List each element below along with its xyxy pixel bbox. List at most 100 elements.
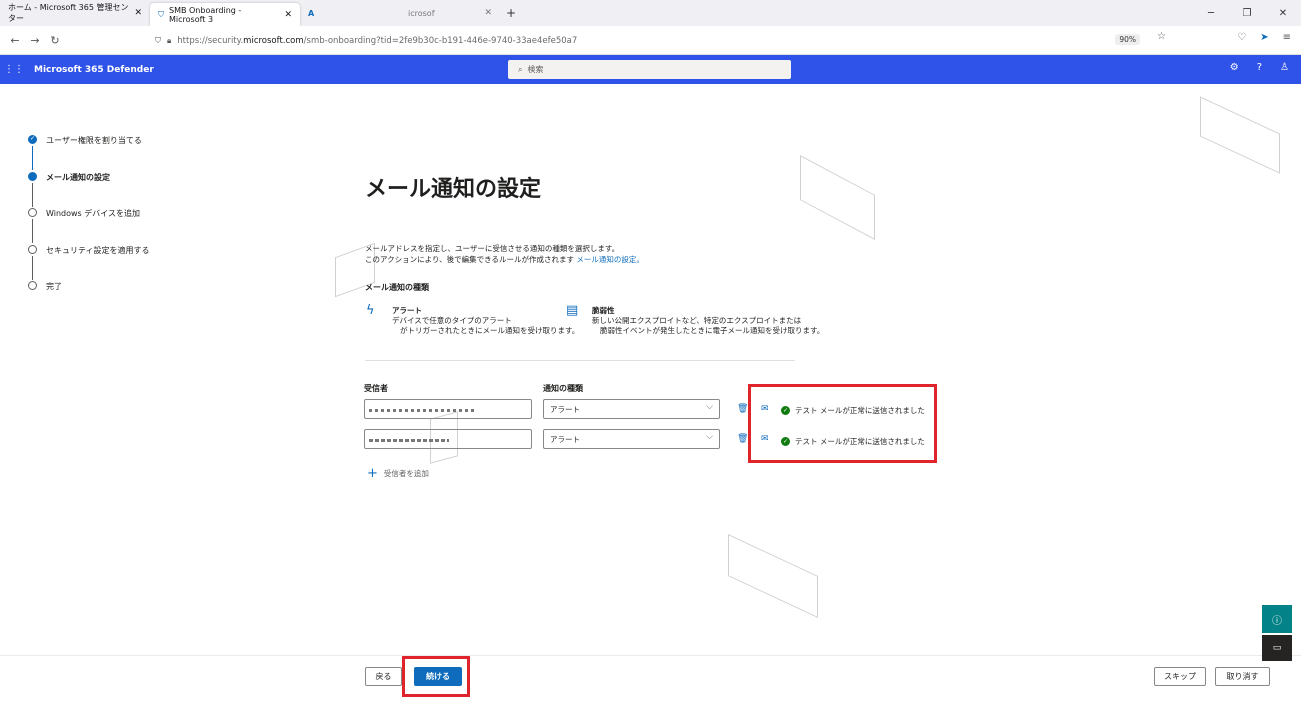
close-icon[interactable]: ✕ bbox=[284, 10, 292, 20]
redacted-email bbox=[369, 408, 474, 412]
step-label: ユーザー権限を割り当てる bbox=[46, 136, 142, 145]
vulnerability-type-card: ▤ 脆弱性 新しい公開エクスプロイトなど、特定のエクスプロイトまたは 脆弱性イベ… bbox=[566, 303, 825, 336]
window-controls: ─ ❐ ✕ bbox=[1193, 0, 1301, 26]
app-name[interactable]: Microsoft 365 Defender bbox=[34, 65, 154, 75]
zoom-level[interactable]: 90% bbox=[1115, 34, 1140, 45]
app-launcher-icon[interactable]: ⋮⋮ bbox=[0, 64, 28, 75]
recipient-email-input[interactable] bbox=[364, 399, 532, 419]
highlight-box bbox=[748, 384, 937, 463]
step-label: メール通知の設定 bbox=[46, 172, 110, 182]
lightning-icon: ϟ bbox=[366, 303, 375, 318]
azure-icon: A bbox=[308, 8, 315, 18]
forward-arrow-icon[interactable]: → bbox=[25, 34, 45, 47]
type-column-header: 通知の種類 bbox=[543, 384, 583, 393]
step-label: Windows デバイスを追加 bbox=[46, 209, 141, 218]
tab-microsoft[interactable]: icrosof ✕ bbox=[400, 0, 500, 26]
step-connector bbox=[32, 219, 33, 243]
tab-azure[interactable]: A bbox=[300, 0, 400, 26]
extension-icon[interactable]: ➤ bbox=[1260, 32, 1268, 43]
highlight-box bbox=[402, 656, 470, 697]
tab-title: ホーム - Microsoft 365 管理センター bbox=[8, 3, 129, 23]
search-box[interactable]: ⌕ 検索 bbox=[508, 60, 791, 79]
tab-title: SMB Onboarding - Microsoft 3 bbox=[169, 5, 242, 24]
new-tab-button[interactable]: + bbox=[500, 0, 522, 26]
help-support-icon[interactable]: ⓘ bbox=[1262, 605, 1292, 633]
step-pending-icon bbox=[28, 281, 37, 290]
step-current-icon bbox=[28, 171, 37, 181]
chevron-down-icon: ⌵ bbox=[706, 432, 713, 442]
url-text: https://security.microsoft.com/smb-onboa… bbox=[177, 35, 578, 46]
step-add-windows-devices: Windows デバイスを追加 bbox=[28, 205, 150, 243]
step-label: セキュリティ設定を適用する bbox=[46, 245, 150, 255]
lock-icon: 🔒︎ bbox=[167, 35, 172, 45]
step-pending-icon bbox=[28, 244, 37, 254]
step-complete: 完了 bbox=[28, 278, 150, 315]
step-complete-icon bbox=[28, 135, 37, 144]
shield-icon: ⛉ bbox=[155, 35, 161, 45]
tab-smb-onboarding[interactable]: ⛉ SMB Onboarding - Microsoft 3 ✕ bbox=[150, 3, 300, 26]
menu-icon[interactable]: ≡ bbox=[1283, 32, 1291, 43]
close-window-icon[interactable]: ✕ bbox=[1265, 0, 1301, 26]
browser-toolbar-right: ♡ ➤ ≡ bbox=[1237, 32, 1291, 43]
chevron-down-icon: ⌵ bbox=[706, 402, 713, 412]
vulnerability-report-icon: ▤ bbox=[566, 303, 579, 318]
cancel-button[interactable]: 取り消す bbox=[1215, 667, 1270, 686]
decorative-illustration bbox=[728, 534, 818, 618]
decorative-illustration bbox=[800, 155, 875, 240]
shield-icon: ⛉ bbox=[158, 9, 164, 19]
alert-type-name: アラート bbox=[392, 306, 422, 315]
browser-tab-bar: ホーム - Microsoft 365 管理センター ✕ ⛉ SMB Onboa… bbox=[0, 0, 1301, 26]
plus-icon: + bbox=[367, 466, 378, 481]
step-apply-security-settings: セキュリティ設定を適用する bbox=[28, 242, 150, 280]
close-icon[interactable]: ✕ bbox=[484, 8, 492, 18]
search-icon: ⌕ bbox=[518, 64, 523, 74]
back-button[interactable]: 戻る bbox=[365, 667, 402, 686]
delete-icon[interactable]: 🗑︎ bbox=[737, 434, 748, 444]
settings-gear-icon[interactable]: ⚙ bbox=[1230, 62, 1239, 73]
vuln-type-desc: 脆弱性イベントが発生したときに電子メール通知を受け取ります。 bbox=[600, 326, 825, 335]
add-recipient-button[interactable]: + 受信者を追加 bbox=[367, 466, 429, 481]
description-line: メールアドレスを指定し、ユーザーに受信させる通知の種類を選択します。 bbox=[365, 244, 620, 253]
tab-m365-admin[interactable]: ホーム - Microsoft 365 管理センター ✕ bbox=[0, 0, 150, 26]
onboarding-steps: ユーザー権限を割り当てる メール通知の設定 Windows デバイスを追加 セキ… bbox=[28, 132, 150, 315]
account-icon[interactable]: ♙ bbox=[1280, 62, 1289, 73]
pocket-icon[interactable]: ♡ bbox=[1237, 32, 1246, 43]
address-bar[interactable]: ⛉ 🔒︎ https://security.microsoft.com/smb-… bbox=[155, 30, 1166, 51]
step-assign-roles: ユーザー権限を割り当てる bbox=[28, 132, 150, 170]
help-icon[interactable]: ? bbox=[1257, 62, 1262, 73]
bookmark-star-icon[interactable]: ☆ bbox=[1157, 31, 1166, 42]
vuln-type-name: 脆弱性 bbox=[592, 306, 615, 315]
reload-icon[interactable]: ↻ bbox=[45, 34, 65, 47]
minimize-icon[interactable]: ─ bbox=[1193, 0, 1229, 26]
skip-button[interactable]: スキップ bbox=[1154, 667, 1206, 686]
recipient-column-header: 受信者 bbox=[364, 384, 388, 393]
page-description: メールアドレスを指定し、ユーザーに受信させる通知の種類を選択します。 このアクシ… bbox=[365, 243, 725, 265]
section-divider bbox=[365, 360, 795, 361]
suite-header: ⋮⋮ Microsoft 365 Defender ⌕ 検索 ⚙ ? ♙ bbox=[0, 55, 1301, 84]
description-line: このアクションにより、後で編集できるルールが作成されます メール通知の設定。 bbox=[365, 255, 644, 264]
step-connector bbox=[32, 146, 33, 170]
page-title: メール通知の設定 bbox=[365, 177, 542, 202]
notification-types-heading: メール通知の種類 bbox=[365, 283, 429, 292]
step-pending-icon bbox=[28, 208, 37, 217]
search-placeholder: 検索 bbox=[527, 65, 544, 74]
notification-type-dropdown[interactable]: アラート ⌵ bbox=[543, 429, 720, 449]
feedback-icon[interactable]: ▭ bbox=[1262, 635, 1292, 661]
footer-divider bbox=[0, 655, 1301, 656]
alert-type-desc: デバイスで任意のタイプのアラート bbox=[392, 316, 512, 325]
close-icon[interactable]: ✕ bbox=[134, 8, 142, 18]
email-notification-settings-link[interactable]: メール通知の設定。 bbox=[576, 255, 644, 264]
browser-nav-bar: ← → ↻ ⛉ 🔒︎ https://security.microsoft.co… bbox=[0, 26, 1301, 55]
alert-type-card: ϟ アラート デバイスで任意のタイプのアラート がトリガーされたときにメール通知… bbox=[366, 303, 580, 336]
redacted-email bbox=[369, 438, 449, 442]
maximize-icon[interactable]: ❐ bbox=[1229, 0, 1265, 26]
notification-type-dropdown[interactable]: アラート ⌵ bbox=[543, 399, 720, 419]
recipient-email-input[interactable] bbox=[364, 429, 532, 449]
step-email-notifications: メール通知の設定 bbox=[28, 169, 150, 207]
alert-type-desc: がトリガーされたときにメール通知を受け取ります。 bbox=[400, 326, 580, 335]
vuln-type-desc: 新しい公開エクスプロイトなど、特定のエクスプロイトまたは bbox=[592, 316, 802, 325]
suite-icons: ⚙ ? ♙ bbox=[1230, 62, 1289, 73]
back-arrow-icon[interactable]: ← bbox=[5, 34, 25, 47]
delete-icon[interactable]: 🗑︎ bbox=[737, 404, 748, 414]
tab-title: icrosof bbox=[408, 8, 435, 18]
